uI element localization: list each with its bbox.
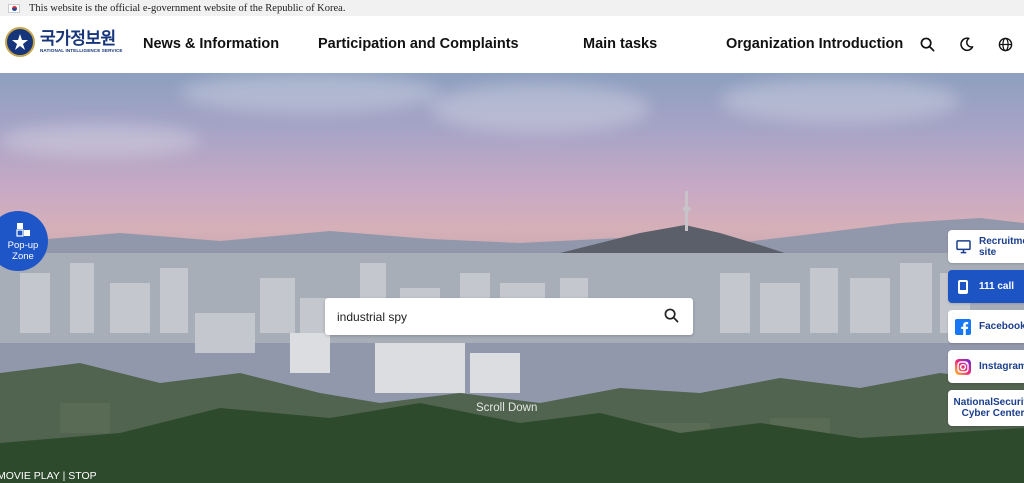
logo-korean-text: 국가정보원 bbox=[40, 29, 116, 48]
gov-banner-text: This website is the official e-governmen… bbox=[29, 2, 346, 14]
hero-search-box bbox=[325, 298, 693, 335]
quick-recruitment-label: Recruitment site bbox=[979, 235, 1024, 258]
monitor-icon bbox=[955, 239, 971, 255]
gov-banner: This website is the official e-governmen… bbox=[0, 0, 1024, 16]
site-logo[interactable]: 국가정보원 NATIONAL INTELLIGENCE SERVICE bbox=[5, 27, 123, 57]
logo-english-text: NATIONAL INTELLIGENCE SERVICE bbox=[40, 48, 123, 53]
quick-cyber-center-label: NationalSecurity Cyber Center bbox=[953, 397, 1024, 419]
hero-video-background: Pop-up Zone Scroll Down MOVIE PLAY | STO… bbox=[0, 73, 1024, 483]
quick-instagram[interactable]: Instagram bbox=[948, 350, 1024, 383]
quick-111-call-label: 111 call bbox=[979, 281, 1015, 292]
quick-facebook-label: Facebook bbox=[979, 321, 1024, 332]
scroll-down-link[interactable]: Scroll Down bbox=[476, 402, 537, 414]
search-submit-icon[interactable] bbox=[664, 308, 681, 325]
quick-instagram-label: Instagram bbox=[979, 361, 1024, 372]
nav-main-tasks[interactable]: Main tasks bbox=[583, 36, 657, 52]
movie-control: MOVIE PLAY | STOP bbox=[0, 470, 97, 482]
movie-play-button[interactable]: MOVIE PLAY bbox=[0, 470, 60, 482]
facebook-icon bbox=[955, 318, 971, 335]
quick-111-call[interactable]: 111 call bbox=[948, 270, 1024, 303]
search-icon[interactable] bbox=[919, 36, 936, 53]
korea-flag-icon bbox=[8, 3, 20, 13]
quick-recruitment-site[interactable]: Recruitment site bbox=[948, 230, 1024, 263]
nav-participation-complaints[interactable]: Participation and Complaints bbox=[318, 36, 519, 52]
nav-news-information[interactable]: News & Information bbox=[143, 36, 279, 52]
popup-grid-icon bbox=[15, 221, 31, 237]
quick-national-security-cyber-center[interactable]: NationalSecurity Cyber Center bbox=[948, 390, 1024, 426]
instagram-icon bbox=[955, 358, 971, 375]
city-skyline bbox=[0, 191, 1024, 483]
movie-control-separator: | bbox=[62, 470, 66, 482]
quick-facebook[interactable]: Facebook bbox=[948, 310, 1024, 343]
dark-mode-moon-icon[interactable] bbox=[958, 36, 975, 53]
language-globe-icon[interactable] bbox=[997, 36, 1014, 53]
hero-search-input[interactable] bbox=[337, 309, 657, 324]
nav-organization-introduction[interactable]: Organization Introduction bbox=[726, 36, 903, 52]
popup-zone-label-line2: Zone bbox=[12, 250, 34, 262]
site-header: 국가정보원 NATIONAL INTELLIGENCE SERVICE News… bbox=[0, 16, 1024, 73]
movie-stop-button[interactable]: STOP bbox=[68, 470, 96, 482]
nis-emblem-icon bbox=[5, 27, 35, 57]
popup-zone-label-line1: Pop-up bbox=[7, 239, 39, 251]
phone-icon bbox=[955, 279, 971, 295]
